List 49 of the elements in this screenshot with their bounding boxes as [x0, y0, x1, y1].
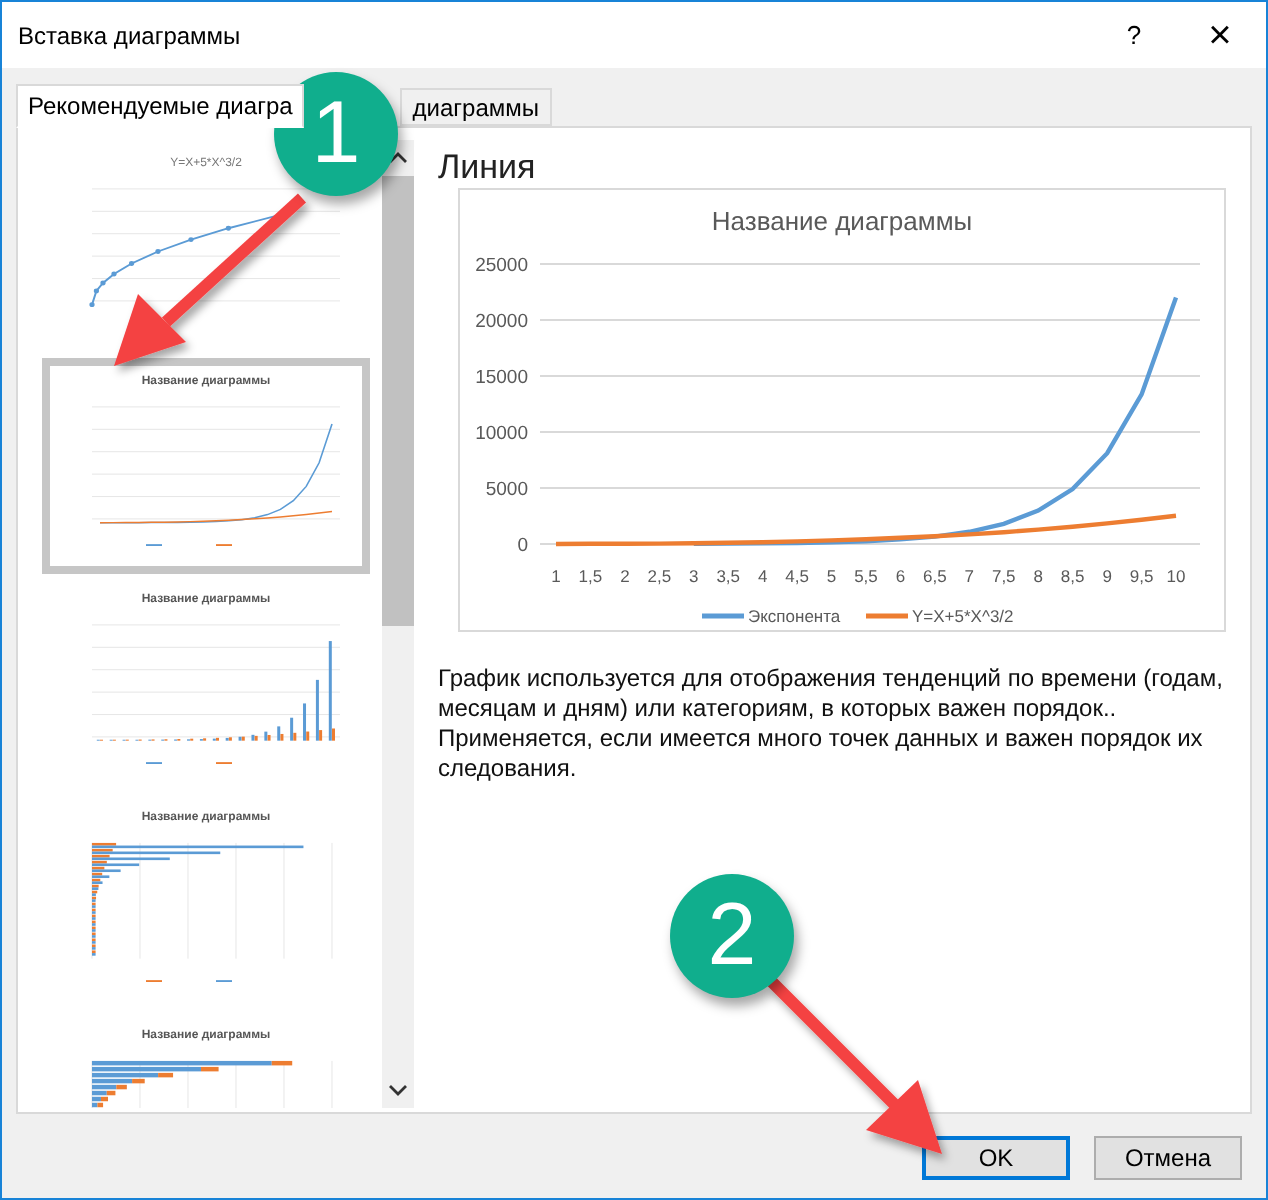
axis-tick-label: 20000	[475, 311, 528, 333]
axis-tick-label: 1,5	[578, 566, 603, 586]
tab[interactable]: Рекомендуемые диагра	[16, 84, 305, 128]
axis-tick-label: 5	[826, 566, 837, 586]
window-title: Вставка диаграммы	[18, 19, 243, 53]
axis-tick-label: 2,5	[647, 566, 672, 586]
axis-tick-label: 7	[964, 566, 975, 586]
data-point	[188, 237, 194, 242]
legend-label: Y=X+5*X^3/2	[912, 606, 1014, 626]
data-point	[225, 225, 231, 231]
axis-tick-label: 4,5	[785, 566, 809, 586]
axis-tick-label: 4	[757, 566, 768, 586]
data-point	[111, 271, 117, 277]
data-point	[89, 302, 95, 308]
scroll-up-icon[interactable]	[388, 150, 408, 164]
close-button[interactable]: ×	[1174, 5, 1266, 65]
axis-tick-label: 6	[895, 566, 906, 586]
dialog-button[interactable]: OK	[922, 1136, 1070, 1180]
legend-label: Экспонента	[748, 606, 841, 626]
axis-tick-label: 10000	[475, 423, 528, 445]
axis-tick-label: 25000	[475, 255, 528, 277]
scrollbar[interactable]	[382, 140, 414, 1108]
tab[interactable]: диаграммы	[400, 88, 552, 126]
axis-tick-label: 6,5	[923, 566, 947, 586]
axis-tick-label: 0	[517, 535, 528, 557]
chart-description: График используется для отображения тенденций по времени (годам, месяцам и дням) или категориям, в которых важен порядок.. Применяется, если имеется много точек данных и важен порядок их следования.	[438, 664, 1225, 784]
axis-tick-label: 15000	[475, 367, 528, 389]
axis-tick-label: 8,5	[1060, 566, 1085, 586]
axis-tick-label: 1	[551, 566, 561, 586]
axis-tick-label: 5,5	[854, 566, 878, 586]
axis-tick-label: 10	[1166, 566, 1186, 586]
legend-swatch-icon	[866, 613, 908, 619]
axis-tick-label: 7,5	[991, 566, 1016, 586]
scroll-down-icon[interactable]	[388, 1084, 408, 1098]
chart-title: Название диаграммы	[711, 206, 973, 236]
axis-tick-label: 3	[689, 566, 699, 586]
data-point	[129, 261, 135, 266]
dialog-button[interactable]: Отмена	[1094, 1136, 1242, 1180]
legend-swatch-icon	[702, 613, 744, 619]
axis-tick-label: 2	[620, 566, 630, 586]
axis-tick-label: 8	[1033, 566, 1043, 586]
chart-type-heading: Линия	[438, 148, 538, 188]
axis-tick-label: 9	[1102, 566, 1112, 586]
axis-tick-label: 3,5	[716, 566, 741, 586]
data-point	[155, 249, 161, 254]
axis-tick-label: 9,5	[1129, 566, 1154, 586]
scrollbar-thumb[interactable]	[382, 176, 414, 626]
axis-tick-label: 5000	[485, 479, 528, 501]
help-button[interactable]: ?	[1094, 5, 1174, 65]
